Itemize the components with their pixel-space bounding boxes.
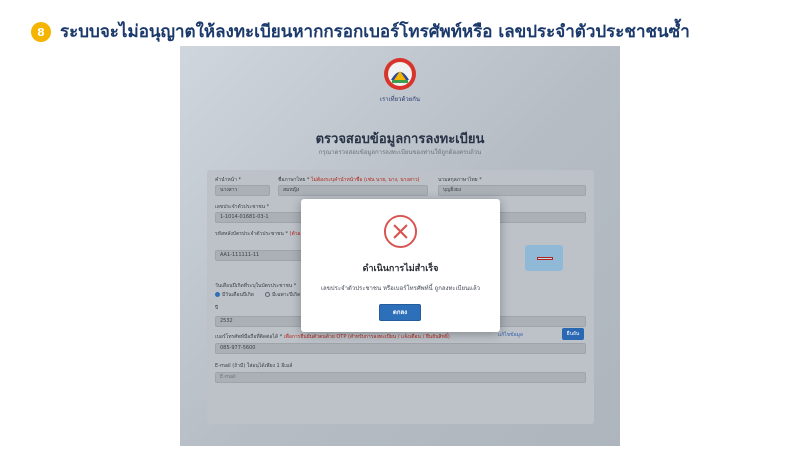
birthdate-full-radio[interactable]: มีวันเดือนปีเกิด [215, 291, 254, 299]
title-label: คำนำหน้า * [215, 177, 241, 183]
birthdate-year-only-radio[interactable]: มีเฉพาะปีเกิด [265, 291, 300, 299]
year-label: ปี [215, 305, 219, 311]
step-number-badge: 8 [31, 22, 51, 42]
brand-logo-icon [384, 58, 416, 90]
laser-code-input[interactable]: AA1-111111-11 [215, 250, 305, 261]
error-x-icon [383, 214, 418, 249]
ok-button[interactable]: ตกลง [379, 304, 421, 321]
page-title: ตรวจสอบข้อมูลการลงทะเบียน [315, 132, 485, 147]
slide-title: ระบบจะไม่อนุญาตให้ลงทะเบียนหากกรอกเบอร์โ… [60, 22, 690, 42]
page-subtitle: กรุณาตรวจสอบข้อมูลการลงทะเบียนของท่านให้… [318, 149, 482, 156]
phone-label: เบอร์โทรศัพท์มือถือที่ติดต่อได้ * เพื่อก… [215, 334, 450, 340]
email-label: E-mail (ถ้ามี) ใส่อนุได้เพียง 1 อีเมล์ [215, 363, 293, 369]
lastname-label: นามสกุลภาษาไทย * [438, 177, 482, 183]
confirm-button[interactable]: ยืนยัน [562, 328, 584, 340]
laser-code-label: รหัสหลังบัตรประจำตัวประชาชน * (ตัวอย่าง) [215, 230, 311, 238]
phone-input[interactable]: 085-977-5600 [215, 343, 586, 354]
dialog-title: ดำเนินการไม่สำเร็จ [362, 264, 439, 274]
firstname-input[interactable]: สมหญิง [278, 185, 428, 196]
firstname-label: ชื่อภาษาไทย * ไม่ต้องระบุคำนำหน้าชื่อ (เ… [278, 177, 420, 183]
birthdate-label: วันเดือนปีเกิดที่ระบุในบัตรประชาชน * [215, 283, 297, 289]
firstname-note: ไม่ต้องระบุคำนำหน้าชื่อ (เช่น นาย, นาง, … [311, 177, 420, 183]
radio-selected-icon [215, 292, 220, 297]
title-select[interactable]: นางสาว [215, 185, 270, 196]
radio-unselected-icon [265, 292, 270, 297]
phone-note: เพื่อการยืนยันตัวตนด้วย OTP (สำหรับการลง… [283, 334, 450, 340]
edit-info-link[interactable]: แก้ไขข้อมูล [498, 331, 523, 339]
email-input[interactable]: E-mail [215, 372, 586, 383]
id-card-back-sample-icon [525, 245, 563, 271]
registration-screenshot: เราเที่ยวด้วยกัน ตรวจสอบข้อมูลการลงทะเบี… [180, 46, 620, 446]
dialog-message: เลขประจำตัวประชาชน หรือเบอร์โทรศัพท์นี้ … [320, 285, 481, 292]
lastname-input[interactable]: บุญยิ่งยง [438, 185, 586, 196]
brand-logo-text: เราเที่ยวด้วยกัน [379, 96, 421, 103]
idcard-label: เลขประจำตัวประชาชน * [215, 204, 270, 210]
error-dialog: ดำเนินการไม่สำเร็จ เลขประจำตัวประชาชน หร… [301, 199, 500, 332]
